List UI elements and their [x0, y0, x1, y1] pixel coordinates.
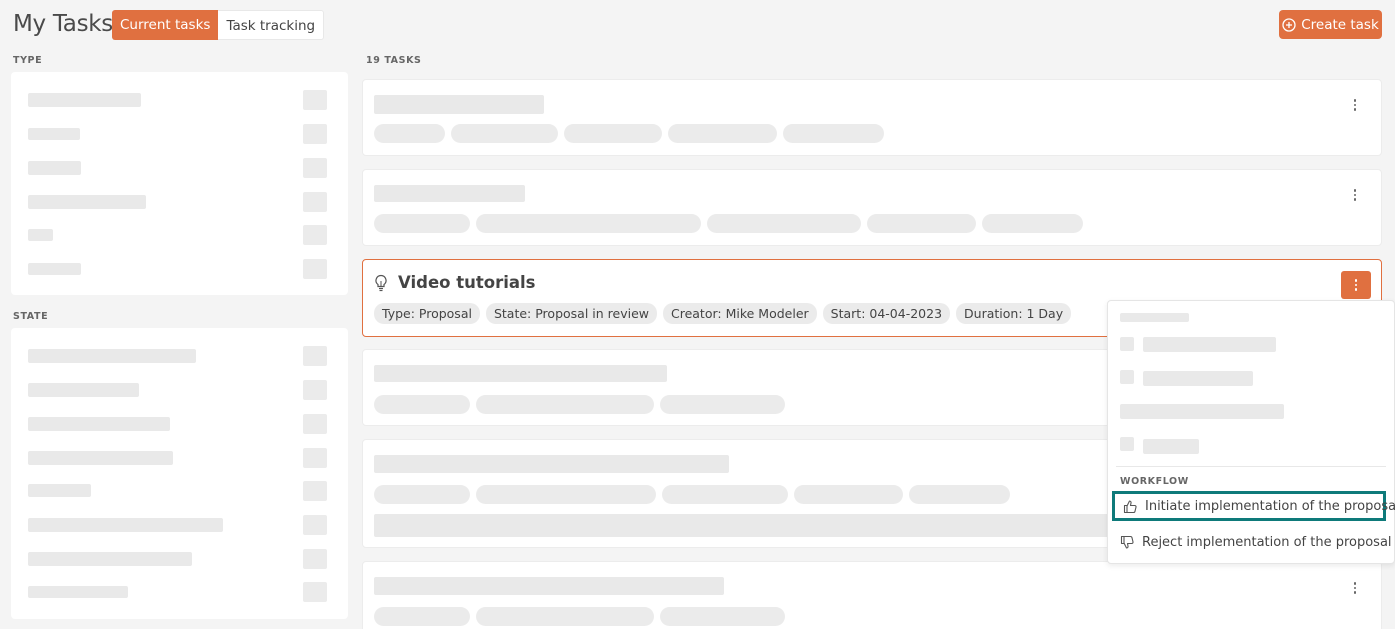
- create-task-label: Create task: [1301, 16, 1379, 33]
- task-card[interactable]: [362, 561, 1382, 629]
- page-title: My Tasks: [13, 11, 113, 37]
- tab-current-tasks[interactable]: Current tasks: [112, 10, 219, 40]
- type-filter-panel: [11, 72, 348, 295]
- type-filter-item[interactable]: [11, 259, 348, 279]
- initiate-implementation-label: Initiate implementation of the proposal: [1145, 498, 1395, 514]
- menu-skeleton-icon: [1120, 337, 1134, 351]
- menu-skeleton-item[interactable]: [1143, 337, 1276, 352]
- type-section-label: TYPE: [13, 55, 43, 66]
- menu-skeleton-icon: [1120, 370, 1134, 384]
- menu-skeleton-icon: [1120, 437, 1134, 451]
- state-filter-item[interactable]: [11, 515, 348, 535]
- menu-skeleton-item[interactable]: [1143, 439, 1199, 454]
- initiate-implementation-item[interactable]: Initiate implementation of the proposal: [1112, 491, 1395, 521]
- task-card[interactable]: [362, 169, 1382, 246]
- thumbs-up-icon: [1123, 498, 1138, 514]
- tag-state: State: Proposal in review: [485, 303, 657, 324]
- state-filter-item[interactable]: [11, 346, 348, 366]
- state-filter-item[interactable]: [11, 549, 348, 569]
- menu-skeleton-item[interactable]: [1143, 371, 1253, 386]
- workflow-section-label: WORKFLOW: [1120, 476, 1189, 487]
- task-card[interactable]: [362, 79, 1382, 156]
- menu-divider: [1116, 466, 1386, 467]
- task-menu-button[interactable]: [1347, 97, 1363, 113]
- task-count-label: 19 TASKS: [366, 55, 422, 66]
- task-title: Video tutorials: [398, 273, 536, 292]
- state-section-label: STATE: [13, 311, 49, 322]
- tag-creator: Creator: Mike Modeler: [662, 303, 817, 324]
- task-menu-button[interactable]: [1347, 580, 1363, 596]
- tag-type: Type: Proposal: [374, 303, 480, 324]
- tag-duration: Duration: 1 Day: [956, 303, 1072, 324]
- lightbulb-icon: [374, 274, 388, 296]
- create-task-button[interactable]: Create task: [1279, 10, 1382, 39]
- type-filter-item[interactable]: [11, 192, 348, 212]
- reject-implementation-item[interactable]: Reject implementation of the proposal: [1112, 527, 1392, 557]
- menu-skeleton-item[interactable]: [1120, 404, 1284, 419]
- type-filter-item[interactable]: [11, 90, 348, 110]
- state-filter-panel: [11, 328, 348, 619]
- state-filter-item[interactable]: [11, 414, 348, 434]
- state-filter-item[interactable]: [11, 582, 348, 602]
- task-tags: Type: Proposal State: Proposal in review…: [374, 303, 1072, 324]
- task-menu-button[interactable]: [1347, 187, 1363, 203]
- type-filter-item[interactable]: [11, 225, 348, 245]
- task-context-menu: WORKFLOW Initiate implementation of the …: [1107, 300, 1395, 564]
- state-filter-item[interactable]: [11, 481, 348, 501]
- view-tabs: Current tasks Task tracking: [112, 10, 325, 40]
- plus-circle-icon: [1282, 17, 1296, 32]
- tab-task-tracking[interactable]: Task tracking: [218, 10, 325, 40]
- state-filter-item[interactable]: [11, 448, 348, 468]
- task-menu-button-active[interactable]: [1341, 271, 1371, 299]
- type-filter-item[interactable]: [11, 124, 348, 144]
- tag-start: Start: 04-04-2023: [822, 303, 951, 324]
- reject-implementation-label: Reject implementation of the proposal: [1142, 534, 1392, 550]
- type-filter-item[interactable]: [11, 158, 348, 178]
- thumbs-down-icon: [1120, 534, 1135, 550]
- state-filter-item[interactable]: [11, 380, 348, 400]
